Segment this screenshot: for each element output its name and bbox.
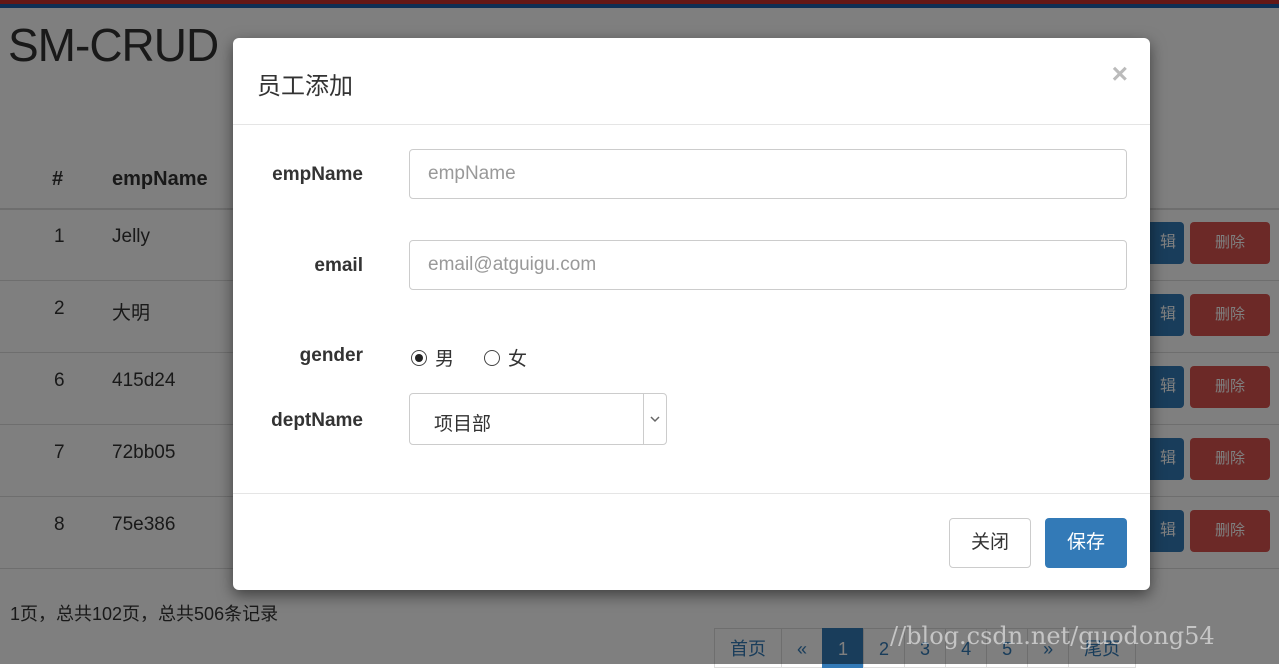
modal-title: 员工添加 — [257, 73, 353, 100]
email-input[interactable] — [409, 240, 1127, 290]
deptname-selected-value: 项目部 — [434, 414, 492, 435]
email-label: email — [314, 255, 363, 276]
gender-option-male[interactable]: 男 — [411, 344, 454, 371]
gender-option-label: 男 — [435, 349, 455, 370]
gender-option-label: 女 — [508, 349, 528, 370]
radio-unchecked-icon[interactable] — [484, 349, 500, 366]
close-icon[interactable]: × — [1112, 60, 1128, 88]
empname-input[interactable] — [409, 149, 1127, 199]
close-button[interactable]: 关闭 — [949, 518, 1031, 568]
empname-label: empName — [272, 164, 363, 185]
gender-label: gender — [299, 345, 363, 366]
chevron-down-icon[interactable] — [643, 394, 666, 444]
save-button[interactable]: 保存 — [1045, 518, 1127, 568]
deptname-label: deptName — [271, 410, 363, 431]
watermark-text: //blog.csdn.net/guodong54 — [890, 622, 1215, 650]
modal-footer: 关闭 保存 — [233, 493, 1150, 591]
gender-option-female[interactable]: 女 — [484, 344, 527, 371]
modal-header: 员工添加 × — [233, 38, 1150, 125]
deptname-select[interactable]: 项目部 — [409, 393, 667, 445]
add-employee-modal: 员工添加 × empName email gender 男 女 deptName… — [233, 38, 1150, 590]
radio-checked-icon[interactable] — [411, 349, 427, 366]
